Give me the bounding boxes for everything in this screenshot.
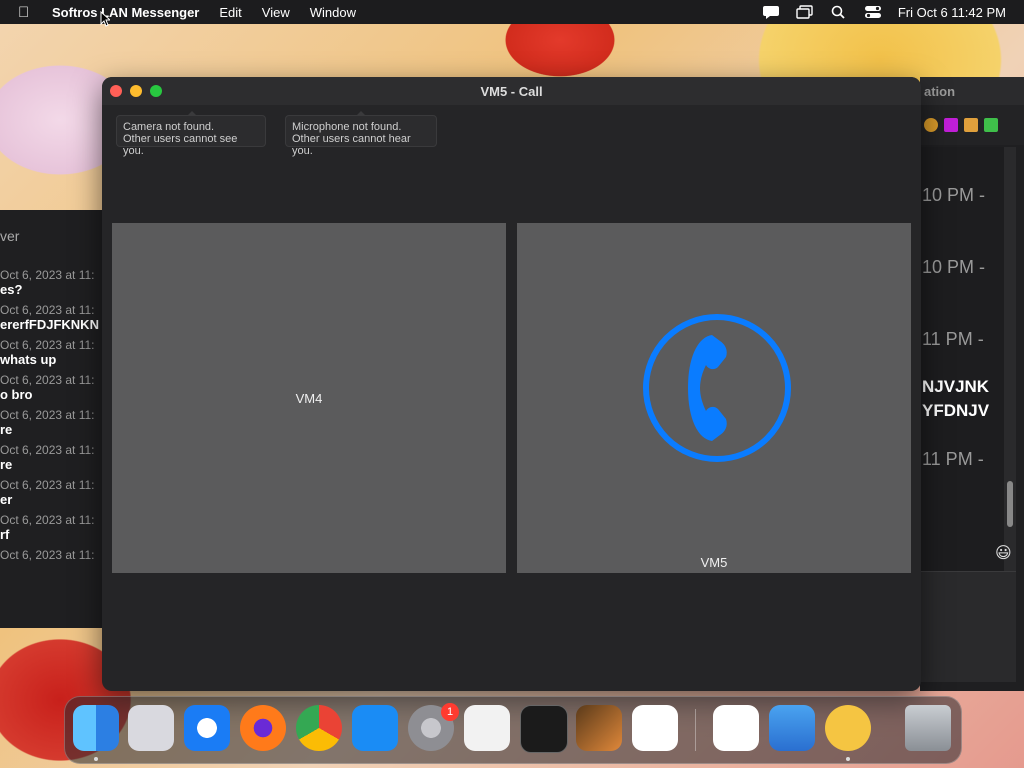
list-item: Oct 6, 2023 at 11: o bro (0, 373, 95, 402)
textedit-icon[interactable] (464, 705, 510, 751)
screen-mirroring-icon[interactable] (796, 5, 814, 19)
dock-separator (695, 709, 696, 751)
menu-window[interactable]: Window (310, 5, 356, 20)
running-indicator (94, 757, 98, 761)
weather-icon[interactable] (769, 705, 815, 751)
background-chat-window-left[interactable]: ver Oct 6, 2023 at 11: es? Oct 6, 2023 at… (0, 210, 103, 628)
list-item: Oct 6, 2023 at 11: es? (0, 268, 95, 297)
maximize-window-button[interactable] (150, 85, 162, 97)
finder-icon[interactable] (73, 705, 119, 751)
safari-icon[interactable] (184, 705, 230, 751)
message-text: NJVJNK (922, 377, 990, 396)
menu-bar:  Softros LAN Messenger Edit View Window… (0, 0, 1024, 24)
dock: 1 (64, 696, 962, 764)
settings-gear-icon[interactable] (924, 118, 938, 132)
apple-menu-icon[interactable]:  (18, 4, 38, 21)
local-video-tile: VM4 (112, 223, 506, 573)
microphone-not-found-notice: Microphone not found. Other users cannot… (285, 115, 437, 157)
right-window-title: ation (920, 77, 1024, 105)
phone-call-icon (643, 314, 791, 462)
minimize-window-button[interactable] (130, 85, 142, 97)
scrollbar-thumb[interactable] (1007, 481, 1013, 527)
background-chat-window-right[interactable]: ation 10 PM - 10 PM - 11 PM - NJVJNK YFD… (920, 77, 1024, 691)
list-item: Oct 6, 2023 at 11: er (0, 478, 95, 507)
message-time: 10 PM - (922, 257, 986, 277)
camera-not-found-notice: Camera not found. Other users cannot see… (116, 115, 266, 157)
right-window-toolbar (920, 105, 1024, 145)
list-item: Oct 6, 2023 at 11: re (0, 443, 95, 472)
list-item: Oct 6, 2023 at 11: re (0, 408, 95, 437)
list-item: Oct 6, 2023 at 11: rf (0, 513, 95, 542)
messenger-status-icon[interactable] (762, 5, 780, 19)
list-item: Oct 6, 2023 at 11: ererfFDJFKNKN (0, 303, 99, 332)
mouse-pointer-icon (100, 11, 110, 27)
spotlight-search-icon[interactable] (830, 5, 848, 19)
trash-icon[interactable] (905, 705, 951, 751)
message-time: 11 PM - (922, 449, 984, 469)
launchpad-icon[interactable] (128, 705, 174, 751)
chrome-icon[interactable] (296, 705, 342, 751)
visual-studio-icon[interactable] (713, 705, 759, 751)
close-window-button[interactable] (110, 85, 122, 97)
control-center-icon[interactable] (864, 5, 882, 19)
menu-edit[interactable]: Edit (219, 5, 241, 20)
message-input[interactable] (920, 571, 1016, 682)
vscode-icon[interactable] (632, 705, 678, 751)
remote-tile-label: VM5 (700, 555, 728, 570)
call-window-titlebar: VM5 - Call (102, 77, 921, 105)
list-item: Oct 6, 2023 at 11: whats up (0, 338, 95, 367)
list-item: Oct 6, 2023 at 11: (0, 548, 95, 562)
running-indicator (846, 757, 850, 761)
call-window-title: VM5 - Call (480, 83, 543, 99)
app-store-icon[interactable] (352, 705, 398, 751)
garageband-icon[interactable] (576, 705, 622, 751)
firefox-icon[interactable] (240, 705, 286, 751)
notification-badge: 1 (441, 703, 459, 721)
call-window: VM5 - Call Camera not found. Other users… (102, 77, 921, 691)
menu-view[interactable]: View (262, 5, 290, 20)
message-text: YFDNJV (922, 401, 990, 420)
send-file-icon[interactable] (984, 118, 998, 132)
remote-video-tile: VM5 (517, 223, 911, 573)
emoji-icon[interactable]: 😃 (995, 543, 1012, 563)
right-message-pane: 10 PM - 10 PM - 11 PM - NJVJNK YFDNJV 11… (920, 147, 1004, 607)
video-call-icon[interactable] (944, 118, 958, 132)
message-time: 10 PM - (922, 185, 986, 205)
menu-app-name[interactable]: Softros LAN Messenger (52, 5, 199, 20)
terminal-icon[interactable] (520, 705, 568, 753)
softros-messenger-icon[interactable] (825, 705, 871, 751)
menubar-clock[interactable]: Fri Oct 6 11:42 PM (898, 5, 1006, 20)
local-tile-label: VM4 (295, 391, 323, 406)
scrollbar[interactable] (1004, 147, 1016, 607)
message-time: 11 PM - (922, 329, 984, 349)
left-window-header: ver (0, 228, 20, 244)
add-contact-icon[interactable] (964, 118, 978, 132)
